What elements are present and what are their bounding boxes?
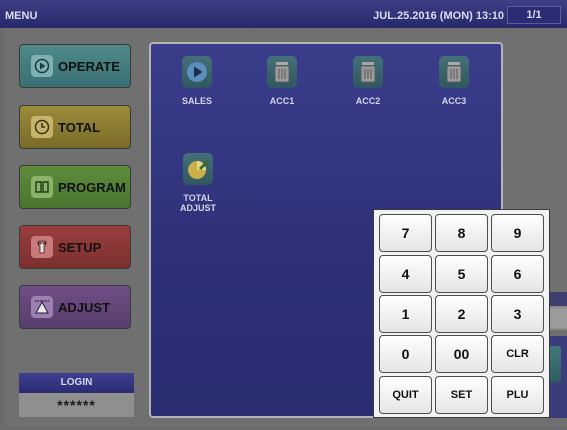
sales-label: SALES — [181, 96, 212, 106]
total-label: TOTAL — [58, 119, 101, 135]
ruler-triangle-icon — [31, 296, 53, 318]
acc1-function[interactable]: ACC1 — [250, 56, 314, 106]
key-00[interactable]: 00 — [435, 335, 488, 373]
date-time: JUL.25.2016 (MON) 13:10 — [373, 10, 504, 22]
password-field[interactable]: ****** — [19, 393, 134, 417]
key-7[interactable]: 7 — [379, 214, 432, 252]
acc2-label: ACC2 — [355, 96, 381, 106]
top-bar: MENU JUL.25.2016 (MON) 13:10 1/1 — [0, 0, 567, 28]
login-panel[interactable]: LOGIN ****** — [19, 373, 134, 419]
trash-icon — [267, 56, 297, 88]
pie-chart-pencil-icon — [183, 153, 213, 185]
total-button[interactable]: TOTAL — [19, 105, 131, 149]
adjust-label: ADJUST — [58, 299, 111, 315]
set-key[interactable]: SET — [435, 376, 488, 414]
screen-title: MENU — [5, 10, 38, 22]
key-2[interactable]: 2 — [435, 295, 488, 333]
total-adjust-label-line1: TOTAL — [183, 193, 213, 203]
adjust-button[interactable]: ADJUST — [19, 285, 131, 329]
key-0[interactable]: 0 — [379, 335, 432, 373]
wrench-icon — [31, 236, 53, 258]
operate-button[interactable]: OPERATE — [19, 44, 131, 88]
login-label: LOGIN — [19, 373, 134, 393]
clear-key[interactable]: CLR — [491, 335, 544, 373]
total-adjust-label-line2: ADJUST — [179, 203, 216, 213]
key-9[interactable]: 9 — [491, 214, 544, 252]
acc3-function[interactable]: ACC3 — [422, 56, 486, 106]
play-circle-icon — [31, 55, 53, 77]
quit-key[interactable]: QUIT — [379, 376, 432, 414]
program-label: PROGRAM — [58, 179, 126, 195]
operate-label: OPERATE — [58, 58, 120, 74]
numeric-keypad: 7 8 9 4 5 6 1 2 3 0 00 CLR QUIT SET PLU — [373, 209, 550, 418]
acc2-function[interactable]: ACC2 — [336, 56, 400, 106]
page-indicator: 1/1 — [507, 6, 561, 24]
trash-icon — [353, 56, 383, 88]
acc1-label: ACC1 — [269, 96, 295, 106]
setup-button[interactable]: SETUP — [19, 225, 131, 269]
program-button[interactable]: PROGRAM — [19, 165, 131, 209]
book-icon — [31, 176, 53, 198]
plu-key[interactable]: PLU — [491, 376, 544, 414]
key-5[interactable]: 5 — [435, 255, 488, 293]
trash-icon — [439, 56, 469, 88]
sales-function[interactable]: SALES — [165, 56, 229, 106]
key-8[interactable]: 8 — [435, 214, 488, 252]
key-4[interactable]: 4 — [379, 255, 432, 293]
key-1[interactable]: 1 — [379, 295, 432, 333]
play-icon — [182, 56, 212, 88]
setup-label: SETUP — [58, 239, 102, 255]
key-3[interactable]: 3 — [491, 295, 544, 333]
key-6[interactable]: 6 — [491, 255, 544, 293]
acc3-label: ACC3 — [441, 96, 467, 106]
clock-icon — [31, 116, 53, 138]
total-adjust-function[interactable]: TOTAL ADJUST — [166, 153, 230, 213]
